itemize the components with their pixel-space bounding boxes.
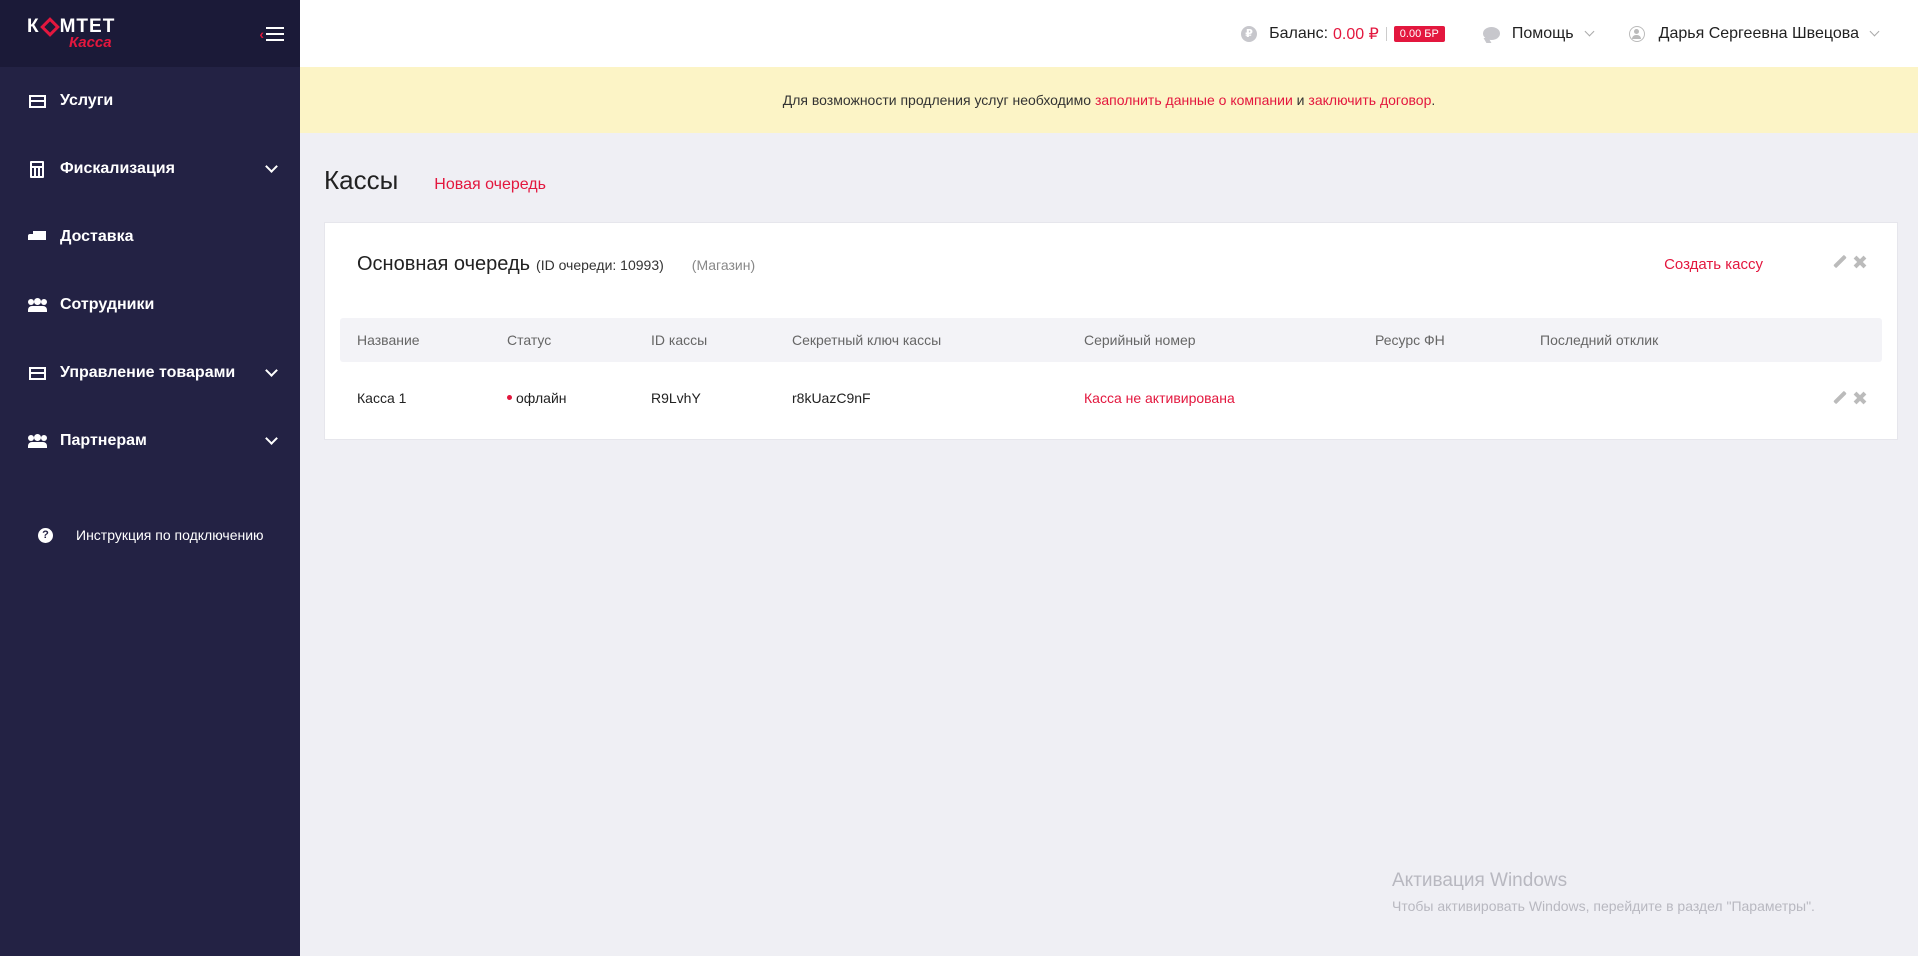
card-icon xyxy=(28,93,46,109)
sidebar-item-partners[interactable]: Партнерам xyxy=(0,407,300,475)
truck-icon xyxy=(28,229,46,245)
calculator-icon xyxy=(28,160,46,178)
chevron-left-icon: ‹ xyxy=(259,25,264,42)
chevron-down-icon xyxy=(265,364,278,377)
chevron-down-icon xyxy=(1869,26,1880,37)
users-icon xyxy=(28,297,47,313)
sidebar-item-employees[interactable]: Сотрудники xyxy=(0,271,300,339)
column-header: Серийный номер xyxy=(1084,332,1196,348)
logo-bar: К МТЕТ Касса ‹ xyxy=(0,0,300,67)
queue-id: (ID очереди: 10993) xyxy=(536,257,664,273)
status-dot-icon xyxy=(507,394,512,400)
kassa-id: R9LvhY xyxy=(651,390,701,406)
notice-banner: Для возможности продления услуг необходи… xyxy=(300,67,1918,133)
balance-value: 0.00 ₽ xyxy=(1333,25,1379,43)
sidebar-item-services[interactable]: Услуги xyxy=(0,67,300,135)
queue-type: (Магазин) xyxy=(691,257,756,273)
column-header: Статус xyxy=(507,332,552,348)
sign-contract-link[interactable]: заключить договор xyxy=(1308,92,1431,108)
user-menu[interactable]: Дарья Сергеевна Швецова xyxy=(1593,24,1880,43)
row-actions xyxy=(1833,391,1867,405)
new-queue-link[interactable]: Новая очередь xyxy=(434,176,546,194)
queue-name: Основная очередь xyxy=(357,253,531,275)
chevron-down-icon xyxy=(265,432,278,445)
topbar: ₽ Баланс: 0.00 ₽ 0.00 БР Помощь Дарья Се… xyxy=(300,0,1918,67)
help-dropdown[interactable]: Помощь xyxy=(1445,25,1595,43)
edit-kassa-pencil-icon[interactable] xyxy=(1833,391,1847,405)
kassa-name: Касса 1 xyxy=(357,390,407,406)
users-icon xyxy=(28,433,47,449)
status-text: офлайн xyxy=(516,390,567,406)
balance-group: ₽ Баланс: 0.00 ₽ 0.00 БР xyxy=(1241,24,1445,44)
card-icon xyxy=(28,365,46,381)
chat-icon xyxy=(1482,27,1500,40)
connection-guide-link[interactable]: ? Инструкция по подключению xyxy=(38,527,264,543)
column-header: Название xyxy=(357,332,420,348)
table-header: Название Статус ID кассы Секретный ключ … xyxy=(340,318,1882,362)
question-icon: ? xyxy=(38,527,53,543)
sidebar-item-products[interactable]: Управление товарами xyxy=(0,339,300,407)
sidebar-collapse-button[interactable]: ‹ xyxy=(259,26,284,42)
ruble-icon: ₽ xyxy=(1241,25,1258,42)
sidebar-item-delivery[interactable]: Доставка xyxy=(0,203,300,271)
sidebar: К МТЕТ Касса ‹ Услуги Фискализация Достав… xyxy=(0,0,300,956)
user-icon xyxy=(1628,25,1645,42)
status-cell: офлайн xyxy=(507,390,567,406)
delete-queue-close-icon[interactable] xyxy=(1853,255,1867,269)
queue-header: Основная очередь (ID очереди: 10993) (Ма… xyxy=(357,253,1897,283)
fill-company-data-link[interactable]: заполнить данные о компании xyxy=(1095,92,1293,108)
column-header: Секретный ключ кассы xyxy=(792,332,942,348)
logo[interactable]: К МТЕТ Касса xyxy=(27,16,115,50)
user-name: Дарья Сергеевна Швецова xyxy=(1658,24,1859,42)
column-header: Последний отклик xyxy=(1540,332,1659,348)
column-header: ID кассы xyxy=(651,332,708,348)
sidebar-nav: Услуги Фискализация Доставка Сотрудники … xyxy=(0,67,300,475)
page-header: Кассы Новая очередь xyxy=(324,165,546,196)
chevron-down-icon xyxy=(265,160,278,173)
serial-number-status-link[interactable]: Касса не активирована xyxy=(1084,390,1235,406)
logo-diamond-icon xyxy=(39,16,60,37)
create-kassa-link[interactable]: Создать кассу xyxy=(1664,256,1763,273)
sidebar-item-fiscalization[interactable]: Фискализация xyxy=(0,135,300,203)
queue-card: Основная очередь (ID очереди: 10993) (Ма… xyxy=(324,222,1898,440)
hamburger-icon xyxy=(266,26,284,41)
queue-actions xyxy=(1833,255,1867,269)
divider xyxy=(1385,26,1387,41)
column-header: Ресурс ФН xyxy=(1375,332,1445,348)
table-row: Касса 1 офлайн R9LvhY r8kUazC9nF Касса н… xyxy=(340,368,1882,428)
br-balance-badge[interactable]: 0.00 БР xyxy=(1393,25,1445,42)
windows-activation-watermark: Активация Windows Чтобы активировать Win… xyxy=(1392,870,1815,914)
secret-key: r8kUazC9nF xyxy=(792,390,871,406)
delete-kassa-close-icon[interactable] xyxy=(1853,391,1867,405)
edit-queue-pencil-icon[interactable] xyxy=(1833,255,1847,269)
page-title: Кассы xyxy=(324,165,399,195)
